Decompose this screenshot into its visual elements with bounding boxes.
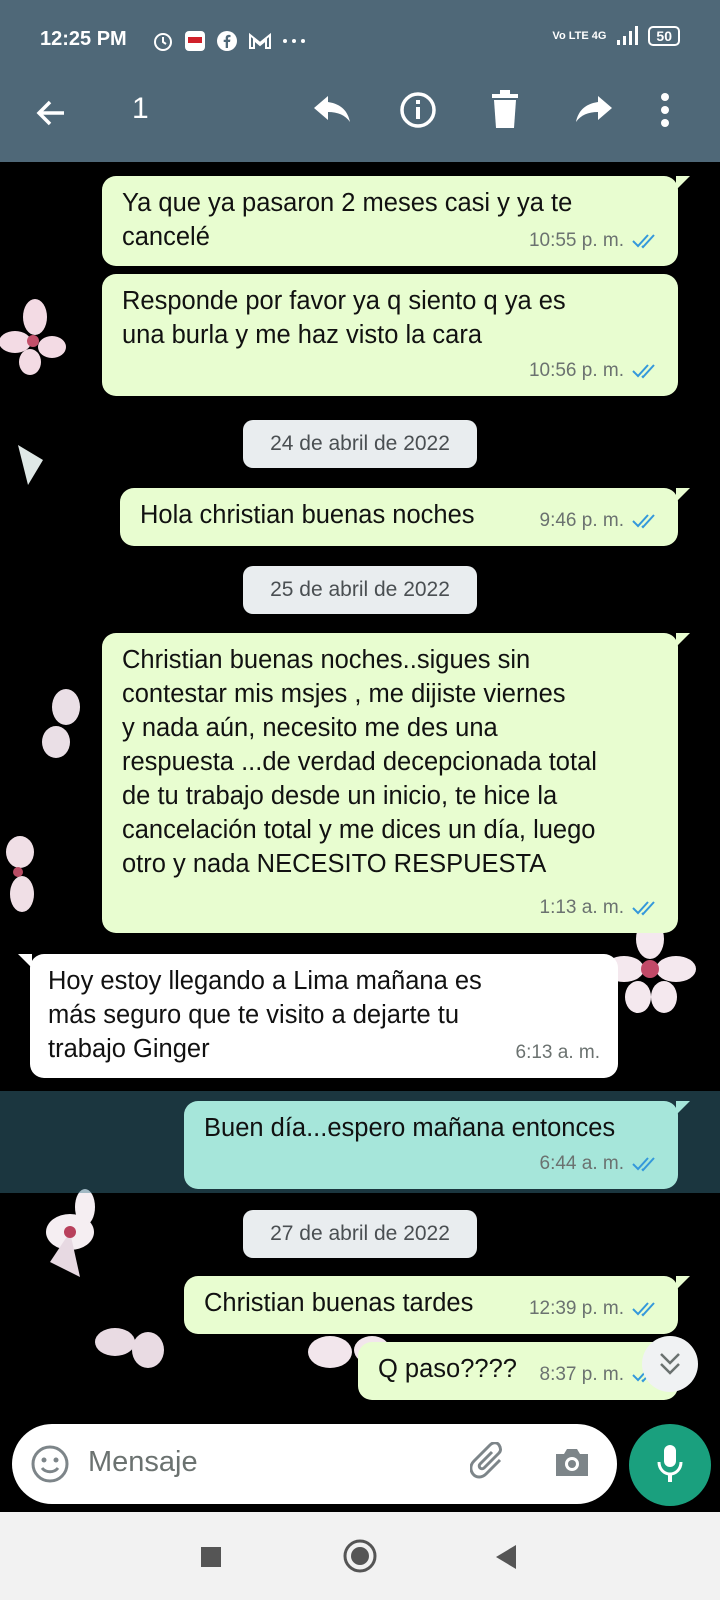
- message-input-bar: Mensaje: [12, 1424, 617, 1504]
- read-ticks-icon: [632, 901, 655, 916]
- date-separator: 27 de abril de 2022: [243, 1210, 477, 1258]
- mic-button[interactable]: [629, 1424, 711, 1506]
- more-dots-icon: [283, 39, 305, 43]
- message-meta: 1:13 a. m.: [540, 891, 661, 925]
- gmail-icon: [249, 32, 271, 49]
- message-meta: 6:44 a. m.: [540, 1147, 661, 1181]
- bubble-tail: [676, 1101, 690, 1115]
- message-time: 10:56 p. m.: [528, 360, 624, 381]
- delete-icon[interactable]: [490, 90, 520, 128]
- facebook-icon: [217, 31, 237, 51]
- recents-square-icon[interactable]: [200, 1546, 222, 1568]
- status-icons: [152, 30, 306, 52]
- bubble-tail: [676, 1276, 690, 1290]
- message-meta: 12:39 p. m.: [529, 1292, 660, 1326]
- read-ticks-icon: [632, 364, 655, 379]
- info-icon[interactable]: [398, 90, 438, 130]
- flower-decoration: [0, 299, 66, 375]
- system-navigation-bar: [0, 1512, 720, 1600]
- date-separator: 24 de abril de 2022: [243, 420, 477, 468]
- message-meta: 10:56 p. m.: [529, 354, 660, 388]
- message-bubble-incoming[interactable]: Hoy estoy llegando a Lima mañana es más …: [18, 954, 618, 1078]
- message-time: 9:46 p. m.: [539, 510, 625, 531]
- clarin-app-icon: [185, 31, 205, 51]
- home-circle-icon[interactable]: [342, 1538, 378, 1574]
- selection-toolbar: 1: [0, 62, 720, 162]
- overflow-menu-icon[interactable]: [660, 92, 670, 128]
- message-meta: 10:55 p. m.: [529, 224, 660, 258]
- message-time: 6:44 a. m.: [539, 1153, 625, 1174]
- bubble-tail: [18, 954, 32, 968]
- bubble-tail: [676, 488, 690, 502]
- message-input[interactable]: Mensaje: [88, 1446, 198, 1479]
- message-text: Buen día...espero mañana entonces: [204, 1114, 616, 1142]
- alarm-icon: [154, 33, 172, 51]
- message-bubble-outgoing[interactable]: Hola christian buenas noches 9:46 p. m.: [120, 488, 690, 546]
- message-time: 6:13 a. m.: [515, 1042, 601, 1063]
- flower-decoration: [46, 1189, 95, 1277]
- message-time: 1:13 a. m.: [539, 897, 625, 918]
- microphone-icon: [657, 1445, 683, 1482]
- message-text: Christian buenas noches..sigues sin cont…: [122, 646, 597, 878]
- emoji-icon[interactable]: [30, 1444, 70, 1484]
- message-bubble-outgoing[interactable]: Q paso???? 8:37 p. m.: [358, 1342, 678, 1400]
- flower-decoration: [6, 836, 34, 912]
- status-time: 12:25 PM: [40, 28, 127, 50]
- signal-icon: [617, 26, 639, 45]
- message-bubble-outgoing[interactable]: Christian buenas noches..sigues sin cont…: [102, 633, 690, 933]
- message-time: 8:37 p. m.: [539, 1364, 625, 1385]
- date-separator: 25 de abril de 2022: [243, 566, 477, 614]
- message-bubble-outgoing[interactable]: Ya que ya pasaron 2 meses casi y ya te c…: [102, 176, 690, 266]
- message-bubble-outgoing[interactable]: Responde por favor ya q siento q ya es u…: [102, 274, 678, 396]
- message-bubble-selected[interactable]: Buen día...espero mañana entonces 6:44 a…: [184, 1101, 690, 1189]
- message-meta: 6:13 a. m.: [516, 1036, 601, 1070]
- flower-decoration: [95, 1328, 164, 1368]
- message-text: Responde por favor ya q siento q ya es u…: [122, 287, 566, 349]
- read-ticks-icon: [632, 1157, 655, 1172]
- message-bubble-outgoing[interactable]: Christian buenas tardes 12:39 p. m.: [184, 1276, 690, 1334]
- read-ticks-icon: [632, 1302, 655, 1317]
- back-arrow-icon[interactable]: [34, 96, 68, 130]
- network-indicator: Vo LTE 4G: [552, 30, 607, 42]
- message-time: 10:55 p. m.: [528, 230, 624, 251]
- selected-count: 1: [132, 92, 149, 125]
- bubble-tail: [676, 633, 690, 647]
- battery-indicator: 50: [648, 26, 680, 46]
- flower-decoration: [42, 689, 80, 758]
- read-ticks-icon: [632, 234, 655, 249]
- read-ticks-icon: [632, 514, 655, 529]
- message-meta: 9:46 p. m.: [540, 504, 661, 538]
- bubble-tail: [676, 176, 690, 190]
- forward-icon[interactable]: [574, 92, 614, 126]
- status-bar: 12:25 PM Vo LTE 4G 50: [0, 0, 720, 62]
- status-right: Vo LTE 4G 50: [552, 26, 680, 46]
- attach-icon[interactable]: [470, 1442, 510, 1486]
- message-time: 12:39 p. m.: [528, 1298, 624, 1319]
- reply-icon[interactable]: [312, 92, 352, 126]
- double-chevron-down-icon: [660, 1353, 680, 1375]
- camera-icon[interactable]: [552, 1446, 592, 1480]
- scroll-to-bottom-button[interactable]: [642, 1336, 698, 1392]
- back-triangle-icon[interactable]: [494, 1544, 518, 1570]
- flower-decoration: [18, 445, 43, 485]
